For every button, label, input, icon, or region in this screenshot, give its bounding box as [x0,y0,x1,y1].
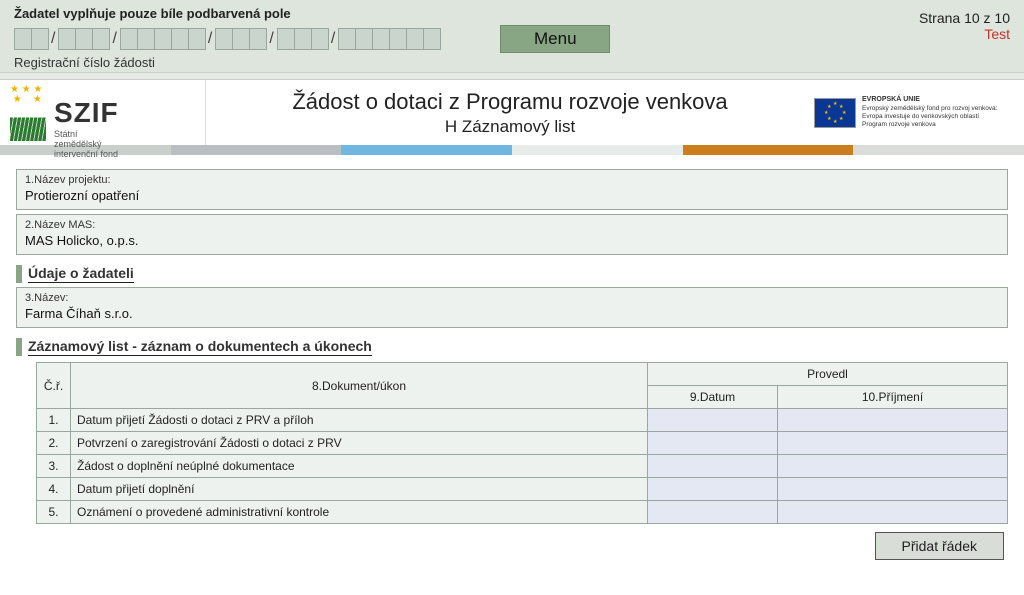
document-header: ★ ★ ★ ★ ★ SZIF Státní zemědělský interve… [0,79,1024,145]
top-bar: Žadatel vyplňuje pouze bíle podbarvená p… [0,0,1024,73]
reg-seg-3[interactable] [120,28,205,50]
table-row: 3.Žádost o doplnění neúplné dokumentace [37,455,1008,478]
reg-seg-6[interactable] [338,28,440,50]
field-mas-name: 2.Název MAS: MAS Holicko, o.p.s. [16,214,1008,255]
table-row: 5.Oznámení o provedené administrativní k… [37,501,1008,524]
value-project-name: Protierozní opatření [25,186,999,203]
eu-line3: Evropa investuje do venkovských oblastí [862,113,979,120]
add-row-button[interactable]: Přidat řádek [875,532,1004,560]
cell-document: Oznámení o provedené administrativní kon… [71,501,648,524]
records-table: Č.ř. 8.Dokument/úkon Provedl 9.Datum 10.… [36,362,1008,524]
reg-seg-4[interactable] [215,28,266,50]
th-document: 8.Dokument/úkon [71,363,648,409]
page-subtitle: H Záznamový list [210,117,810,137]
szif-text: SZIF [54,97,119,129]
reg-seg-2[interactable] [58,28,109,50]
cell-date-input[interactable] [648,409,778,432]
cell-date-input[interactable] [648,501,778,524]
menu-button[interactable]: Menu [500,25,610,53]
value-applicant-name: Farma Číhaň s.r.o. [25,304,999,321]
reg-seg-5[interactable] [277,28,328,50]
cell-surname-input[interactable] [778,409,1008,432]
field-applicant-name: 3.Název: Farma Číhaň s.r.o. [16,287,1008,328]
szif-logo: ★ ★ ★ ★ ★ SZIF Státní zemědělský interve… [0,80,206,146]
page-title: Žádost o dotaci z Programu rozvoje venko… [210,89,810,115]
th-row-number: Č.ř. [37,363,71,409]
eu-flag-icon: ★ ★ ★ ★ ★ ★ ★ ★ [814,98,856,128]
value-mas-name: MAS Holicko, o.p.s. [25,231,999,248]
eu-logo-block: ★ ★ ★ ★ ★ ★ ★ ★ EVROPSKÁ UNIE Evropský z… [814,96,1024,129]
table-row: 2.Potvrzení o zaregistrování Žádosti o d… [37,432,1008,455]
eu-line4: Program rozvoje venkova [862,121,936,128]
cell-date-input[interactable] [648,455,778,478]
cell-document: Žádost o doplnění neúplné dokumentace [71,455,648,478]
table-row: 4.Datum přijetí doplnění [37,478,1008,501]
menu-button-label: Menu [534,29,577,49]
cell-row-number: 4. [37,478,71,501]
label-project-name: 1.Název projektu: [25,174,999,186]
test-label: Test [919,26,1010,42]
cell-date-input[interactable] [648,432,778,455]
th-surname: 10.Příjmení [778,386,1008,409]
eu-line2: Evropský zemědělský fond pro rozvoj venk… [862,105,997,112]
cell-document: Datum přijetí Žádosti o dotaci z PRV a p… [71,409,648,432]
section-applicant-title: Údaje o žadateli [28,265,134,283]
color-strip [0,145,1024,155]
cell-surname-input[interactable] [778,501,1008,524]
eu-line1: EVROPSKÁ UNIE [862,96,920,103]
instruction-text: Žadatel vyplňuje pouze bíle podbarvená p… [14,6,919,21]
table-row: 1.Datum přijetí Žádosti o dotaci z PRV a… [37,409,1008,432]
section-record: Záznamový list - záznam o dokumentech a … [16,338,1008,356]
registration-label: Registrační číslo žádosti [14,55,919,70]
cell-row-number: 1. [37,409,71,432]
reg-seg-1[interactable] [14,28,48,50]
cell-row-number: 2. [37,432,71,455]
registration-number-row: / / / / / Menu [14,25,919,53]
cell-document: Datum přijetí doplnění [71,478,648,501]
label-applicant-name: 3.Název: [25,292,999,304]
field-project-name: 1.Název projektu: Protierozní opatření [16,169,1008,210]
section-record-title: Záznamový list - záznam o dokumentech a … [28,338,372,356]
cell-surname-input[interactable] [778,432,1008,455]
page-number: Strana 10 z 10 [919,10,1010,26]
section-applicant: Údaje o žadateli [16,265,1008,283]
cell-date-input[interactable] [648,478,778,501]
cell-row-number: 5. [37,501,71,524]
szif-subtitle: Státní zemědělský intervenční fond [54,129,119,159]
add-row-button-label: Přidat řádek [902,538,977,554]
label-mas-name: 2.Název MAS: [25,219,999,231]
cell-document: Potvrzení o zaregistrování Žádosti o dot… [71,432,648,455]
th-date: 9.Datum [648,386,778,409]
th-performed-by: Provedl [648,363,1008,386]
cell-surname-input[interactable] [778,478,1008,501]
cell-surname-input[interactable] [778,455,1008,478]
cell-row-number: 3. [37,455,71,478]
